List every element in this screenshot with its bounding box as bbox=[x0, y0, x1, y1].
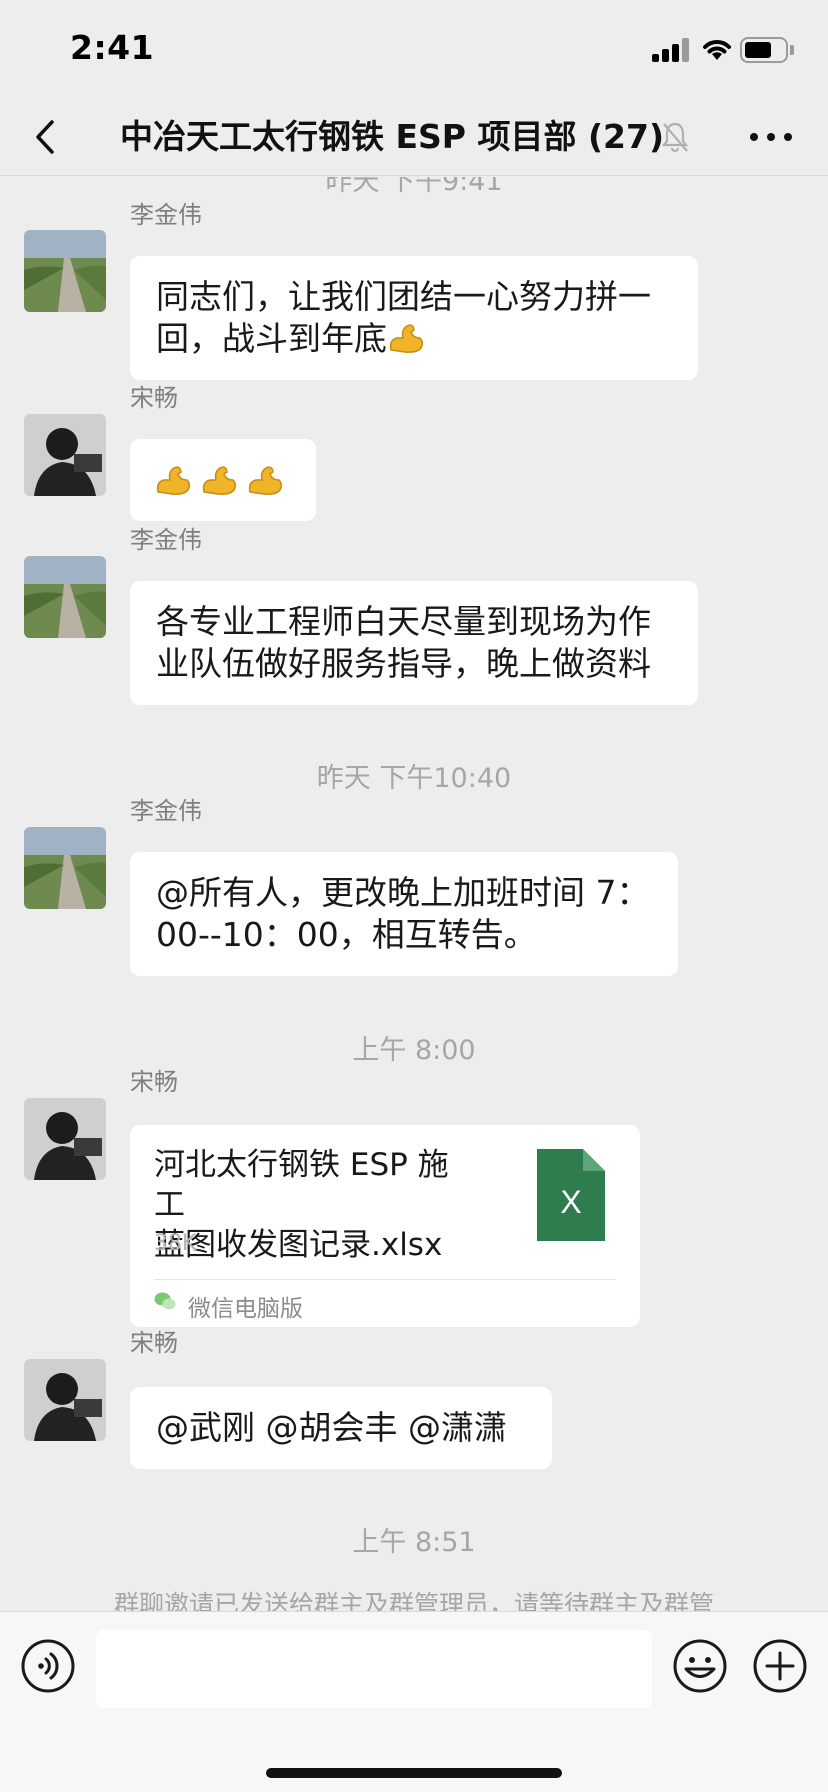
timestamp: 昨天 下午10:40 bbox=[316, 763, 512, 794]
sender-name: 李金伟 bbox=[130, 797, 202, 825]
message-input[interactable] bbox=[96, 1630, 652, 1708]
divider bbox=[154, 1279, 616, 1280]
back-icon[interactable] bbox=[28, 112, 68, 162]
timestamp: 上午 8:00 bbox=[352, 1035, 476, 1066]
flexed-biceps-emoji-icon bbox=[389, 324, 424, 353]
file-size: 38K bbox=[154, 1231, 197, 1256]
timestamp: 昨天 下午9:41 bbox=[325, 177, 503, 197]
file-name: 河北太行钢铁 ESP 施工 蓝图收发图记录.xlsx bbox=[154, 1147, 449, 1263]
sender-name: 李金伟 bbox=[130, 526, 202, 554]
message-text: 回，战斗到年底 bbox=[156, 319, 387, 358]
plus-icon[interactable] bbox=[752, 1638, 808, 1694]
wifi-icon bbox=[703, 40, 731, 60]
input-bar bbox=[0, 1611, 828, 1792]
avatar[interactable] bbox=[24, 414, 106, 496]
avatar[interactable] bbox=[24, 230, 106, 312]
cellular-signal-icon bbox=[652, 38, 692, 62]
message-text: 业队伍做好服务指导，晚上做资料 bbox=[156, 644, 651, 683]
timestamp: 上午 8:51 bbox=[352, 1527, 476, 1558]
file-message-card[interactable]: 河北太行钢铁 ESP 施工 蓝图收发图记录.xlsx 38K X 微信电脑版 bbox=[130, 1125, 640, 1327]
avatar[interactable] bbox=[24, 1098, 106, 1180]
avatar[interactable] bbox=[24, 556, 106, 638]
chat-title: 中冶天工太行钢铁 ESP 项目部 (27) bbox=[120, 117, 665, 156]
message-bubble[interactable]: @所有人，更改晚上加班时间 7： 00--10：00，相互转告。 bbox=[130, 852, 678, 976]
sender-name: 宋畅 bbox=[130, 384, 178, 412]
sender-name: 宋畅 bbox=[130, 1068, 178, 1096]
sender-name: 宋畅 bbox=[130, 1329, 178, 1357]
message-bubble[interactable]: @武刚 @胡会丰 @潇潇 bbox=[130, 1387, 552, 1469]
system-notice: 群聊邀请已发送给群主及群管理员，请等待群主及群管 bbox=[113, 1590, 714, 1611]
sender-name: 李金伟 bbox=[130, 201, 202, 229]
emoji-icon[interactable] bbox=[672, 1638, 728, 1694]
excel-file-icon: X bbox=[537, 1149, 605, 1241]
chat-area[interactable]: 昨天 下午9:41 李金伟 同志们，让我们团结一心努力拼一 回，战斗到年底 宋畅 bbox=[0, 177, 828, 1611]
message-text: 各专业工程师白天尽量到现场为作 bbox=[156, 602, 651, 641]
status-time: 2:41 bbox=[70, 28, 155, 67]
voice-input-icon[interactable] bbox=[20, 1638, 76, 1694]
more-options-icon[interactable] bbox=[750, 130, 792, 144]
message-bubble[interactable] bbox=[130, 439, 316, 521]
status-bar: 2:41 bbox=[0, 0, 828, 100]
home-indicator[interactable] bbox=[266, 1768, 562, 1778]
message-bubble[interactable]: 各专业工程师白天尽量到现场为作 业队伍做好服务指导，晚上做资料 bbox=[130, 581, 698, 705]
message-bubble[interactable]: 同志们，让我们团结一心努力拼一 回，战斗到年底 bbox=[130, 256, 698, 380]
message-text: @武刚 @胡会丰 @潇潇 bbox=[156, 1408, 507, 1447]
file-source-label: 微信电脑版 bbox=[188, 1296, 303, 1322]
message-text: 00--10：00，相互转告。 bbox=[156, 915, 537, 954]
mute-bell-icon bbox=[661, 122, 689, 153]
flexed-biceps-emoji-icon bbox=[156, 466, 283, 495]
wechat-icon bbox=[154, 1292, 176, 1310]
message-text: 同志们，让我们团结一心努力拼一 bbox=[156, 277, 651, 316]
svg-text:X: X bbox=[560, 1184, 581, 1220]
nav-bar: 中冶天工太行钢铁 ESP 项目部 (27) bbox=[0, 100, 828, 176]
avatar[interactable] bbox=[24, 1359, 106, 1441]
avatar[interactable] bbox=[24, 827, 106, 909]
message-text: @所有人，更改晚上加班时间 7： bbox=[156, 873, 650, 912]
battery-icon bbox=[740, 37, 794, 63]
